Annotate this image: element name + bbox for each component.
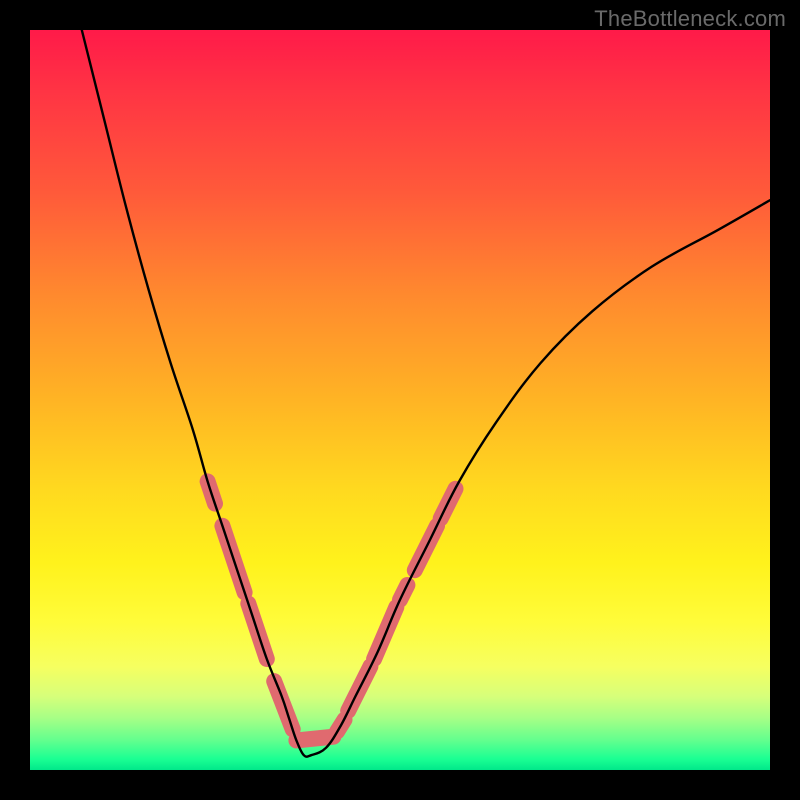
highlight-segment <box>296 737 333 741</box>
plot-area <box>30 30 770 770</box>
watermark-text: TheBottleneck.com <box>594 6 786 32</box>
chart-frame: TheBottleneck.com <box>0 0 800 800</box>
bottleneck-curve <box>82 30 770 757</box>
highlight-segments <box>208 481 456 740</box>
curve-svg <box>30 30 770 770</box>
